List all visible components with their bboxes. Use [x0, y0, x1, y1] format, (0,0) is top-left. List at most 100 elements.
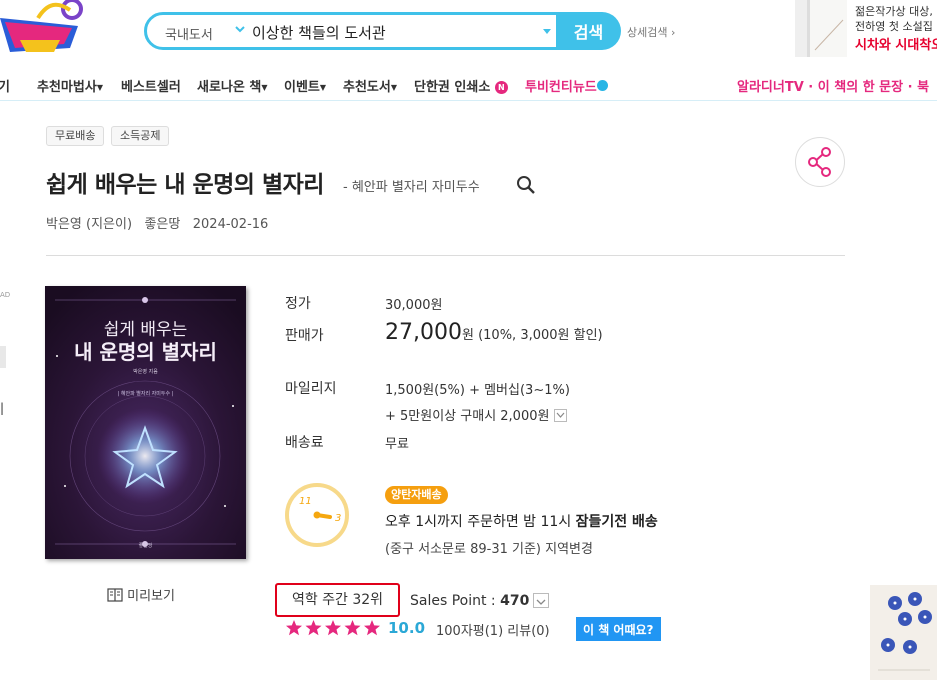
list-price-label: 정가 — [285, 296, 311, 312]
nav-label: 단한권 인쇄소 — [414, 80, 491, 95]
side-ad-banner[interactable] — [870, 585, 937, 680]
mileage-more-toggle[interactable] — [553, 409, 567, 422]
caret-down-icon: ▼ — [390, 83, 397, 92]
ad-book-image[interactable] — [795, 0, 847, 57]
autocomplete-toggle-icon[interactable] — [541, 25, 553, 37]
edge-box-fragment — [0, 346, 6, 368]
rating-score: 10.0 — [388, 619, 426, 637]
nav-item-bestseller[interactable]: 베스트셀러 — [121, 76, 181, 95]
shipping-label: 배송료 — [285, 435, 324, 451]
advanced-search-label: 상세검색 — [627, 26, 668, 39]
how-is-this-book-button[interactable]: 이 책 어때요? — [576, 617, 661, 641]
preview-label: 미리보기 — [127, 589, 175, 604]
nav-item-single-print[interactable]: 단한권 인쇄소 N — [414, 76, 508, 95]
nav-label: 투비컨티뉴드 — [525, 80, 597, 95]
sales-point-label: Sales Point : — [410, 593, 501, 609]
advanced-search-link[interactable]: 상세검색 › — [627, 24, 675, 40]
search-bar: 국내도서 검색 — [144, 12, 621, 50]
star-icon — [344, 620, 361, 636]
ad-text-line1[interactable]: 젊은작가상 대상, — [855, 3, 933, 19]
delivery-bold: 잠들기전 배송 — [575, 514, 658, 530]
sale-price-number: 27,000 — [385, 320, 462, 345]
mileage-line1: 1,500원(5%) + 멤버십(3~1%) — [385, 383, 570, 398]
star-icon — [305, 620, 322, 636]
book-subtitle: - 혜안파 별자리 자미두수 — [343, 180, 480, 195]
carpet-delivery-badge: 양탄자배송 — [385, 486, 448, 504]
cover-author-text: 박은영 지음 — [133, 369, 158, 375]
chevron-down-icon — [556, 412, 565, 418]
delivery-info: 오후 1시까지 주문하면 밤 11시 잠들기전 배송 — [385, 511, 658, 531]
ad-book-cover-icon — [807, 0, 847, 57]
chat-bubble-icon — [596, 80, 608, 91]
review-count-link[interactable]: 100자평(1) 리뷰(0) — [436, 620, 550, 639]
sale-price-unit: 원 — [461, 328, 474, 343]
search-button[interactable]: 검색 — [556, 12, 621, 50]
star-icon — [325, 620, 341, 636]
nav-label: 추천마법사 — [37, 80, 97, 95]
aladin-logo[interactable] — [0, 0, 95, 55]
chevron-down-icon[interactable] — [234, 23, 246, 35]
mileage-label: 마일리지 — [285, 381, 337, 397]
sale-discount: (10%, 3,000원 할인) — [478, 328, 603, 343]
new-badge: N — [494, 81, 508, 94]
book-cover[interactable]: 쉽게 배우는 내 운명의 별자리 박은영 지음 | 혜안파 별자리 자미두수 |… — [45, 286, 246, 559]
mileage-line2: + 5만원이상 구매시 2,000원 — [385, 409, 550, 424]
edge-glyph-fragment: | — [0, 401, 5, 415]
chevron-down-icon — [536, 599, 546, 605]
nav-item-recommended[interactable]: 추천도서▼ — [343, 76, 397, 95]
mileage-line2-wrap: + 5만원이상 구매시 2,000원 — [385, 405, 567, 424]
sales-point: Sales Point : 470 — [410, 593, 529, 609]
search-input[interactable] — [250, 18, 544, 46]
book-preview-icon — [107, 588, 123, 602]
caret-down-icon: ▼ — [319, 83, 327, 92]
delivery-prefix: 오후 1시까지 주문하면 밤 11시 — [385, 514, 576, 530]
flower-illustration-icon — [878, 592, 932, 671]
edge-ad-fragment: AD — [0, 291, 11, 299]
list-price-value: 30,000원 — [385, 298, 443, 313]
nav-item-tobecontinued[interactable]: 투비컨티뉴드 — [525, 76, 608, 95]
nav-label: 이벤트 — [284, 80, 320, 95]
share-button[interactable] — [795, 137, 845, 187]
cover-main-text: 내 운명의 별자리 — [74, 340, 217, 364]
nav-item-partial[interactable]: 기 — [0, 76, 10, 95]
nav-label: 추천도서 — [343, 80, 391, 95]
clock-icon: 11 3 — [285, 483, 349, 547]
search-icon[interactable] — [516, 175, 536, 195]
share-icon — [808, 147, 831, 177]
sale-price: 27,000원 (10%, 3,000원 할인) — [385, 320, 603, 345]
nav-item-events[interactable]: 이벤트▼ — [284, 76, 326, 95]
clock-hour-11: 11 — [299, 496, 312, 507]
author-link[interactable]: 박은영 (지은이) — [46, 217, 132, 232]
tax-deduction-badge: 소득공제 — [111, 126, 170, 146]
sales-point-value: 470 — [500, 593, 530, 609]
clock-hour-3: 3 — [335, 513, 341, 524]
ad-text-line2[interactable]: 전하영 첫 소설집 — [855, 18, 933, 34]
sales-point-toggle[interactable] — [533, 593, 549, 608]
publish-date: 2024-02-16 — [192, 217, 269, 232]
star-icon — [286, 620, 302, 636]
author-publisher-line: 박은영 (지은이) 좋은땅 2024-02-16 — [46, 213, 268, 232]
preview-button[interactable]: 미리보기 — [107, 585, 175, 604]
star-icon — [364, 620, 380, 636]
publisher-link[interactable]: 좋은땅 — [144, 217, 180, 232]
category-rank-link[interactable]: 역학 주간 32위 — [275, 583, 400, 617]
free-shipping-badge: 무료배송 — [46, 126, 105, 146]
cover-sub-text: | 혜안파 별자리 자미두수 | — [117, 391, 174, 397]
sale-price-label: 판매가 — [285, 328, 324, 344]
ad-text-line3[interactable]: 시차와 시대착오 — [855, 34, 937, 53]
shipping-value: 무료 — [385, 437, 409, 452]
nav-right-links[interactable]: 알라디너TV · 이 책의 한 문장 · 북 — [737, 76, 929, 95]
nav-label: 새로나온 책 — [197, 80, 262, 95]
delivery-location[interactable]: (중구 서소문로 89-31 기준) 지역변경 — [385, 538, 593, 557]
book-title: 쉽게 배우는 내 운명의 별자리 — [46, 172, 324, 198]
nav-item-recommend-wizard[interactable]: 추천마법사▼ — [37, 76, 103, 95]
chevron-right-icon: › — [670, 26, 676, 39]
magic-lamp-logo-icon — [0, 0, 83, 52]
nav-divider — [0, 100, 937, 101]
search-category-select[interactable]: 국내도서 — [165, 24, 213, 43]
rating-stars — [286, 620, 380, 636]
nav-item-new-books[interactable]: 새로나온 책▼ — [197, 76, 267, 95]
section-divider — [46, 255, 845, 256]
caret-down-icon: ▼ — [261, 83, 268, 92]
caret-down-icon: ▼ — [96, 83, 103, 92]
